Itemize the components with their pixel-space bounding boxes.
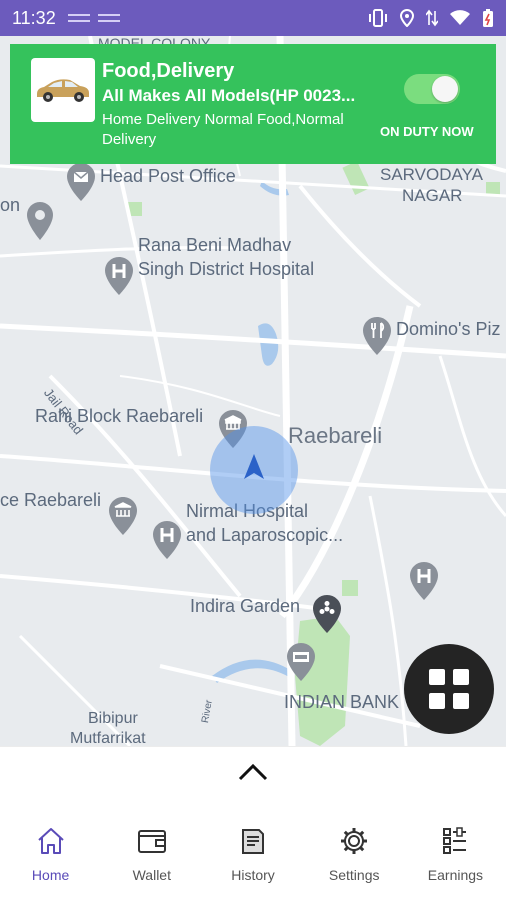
map-label-police: ce Raebareli	[0, 490, 102, 510]
post-office-pin-icon[interactable]	[66, 162, 96, 202]
grid-menu-button[interactable]	[404, 644, 494, 734]
battery-icon	[483, 9, 493, 27]
map-label-hospital-2: Singh District Hospital	[138, 259, 315, 279]
map-label-city: Raebareli	[288, 423, 383, 448]
duty-status-label: ON DUTY NOW	[380, 124, 474, 139]
duty-status-card: Food,Delivery All Makes All Models(HP 00…	[10, 44, 496, 164]
hospital-pin-3-icon[interactable]	[409, 561, 439, 601]
hospital-pin-2-icon[interactable]	[152, 520, 182, 560]
duty-toggle[interactable]	[404, 74, 460, 104]
map-label-bibipur-1: Bibipur	[88, 710, 138, 727]
nav-label-earnings: Earnings	[427, 867, 484, 883]
service-title: Food,Delivery	[102, 60, 235, 82]
bottom-navigation: Home Wallet History Settings Earnings	[0, 823, 506, 893]
nav-item-earnings[interactable]: Earnings	[405, 823, 506, 893]
institution-pin-icon[interactable]	[108, 496, 138, 536]
system-icons	[368, 8, 494, 28]
place-pin-icon[interactable]	[26, 201, 54, 241]
vehicle-image	[31, 58, 95, 122]
data-arrows-icon	[426, 9, 438, 27]
wifi-icon	[450, 10, 470, 25]
service-description: Home Delivery Normal Food,Normal Deliver…	[102, 111, 344, 148]
nav-item-home[interactable]: Home	[0, 823, 101, 893]
map-label-rahi-block: Rahi Block Raebareli	[35, 406, 204, 426]
status-time: 11:32	[12, 7, 56, 28]
map-label-indian-bank: INDIAN BANK	[284, 692, 400, 712]
vibrate-icon	[369, 9, 387, 27]
map-label-dominos: Domino's Piz	[396, 319, 501, 339]
notification-icons	[67, 14, 120, 22]
history-icon	[242, 829, 264, 854]
car-icon	[37, 79, 89, 102]
map-label-sarvodaya-2: NAGAR	[402, 186, 463, 205]
nav-label-settings: Settings	[328, 867, 380, 883]
gear-icon	[341, 828, 368, 854]
map-label-on: on	[0, 195, 21, 215]
earnings-icon	[443, 827, 467, 854]
expand-sheet-button[interactable]	[233, 759, 273, 785]
chevron-up-icon	[238, 763, 268, 781]
home-icon	[37, 828, 64, 854]
map-label-sarvodaya-1: SARVODAYA	[380, 165, 483, 184]
map-label-head-post-office: Head Post Office	[100, 166, 236, 186]
toggle-knob	[432, 76, 458, 102]
nav-label-wallet: Wallet	[132, 867, 171, 883]
restaurant-pin-icon[interactable]	[362, 316, 392, 356]
nav-label-home: Home	[31, 867, 70, 883]
status-bar: 11:32	[0, 0, 506, 36]
current-location-marker	[210, 426, 298, 514]
map-label-indira-garden: Indira Garden	[190, 596, 301, 616]
navigation-arrow-icon	[244, 454, 264, 479]
nav-label-history: History	[231, 867, 275, 883]
garden-pin-icon[interactable]	[312, 594, 342, 634]
wallet-icon	[137, 830, 166, 853]
map-label-nirmal-2: and Laparoscopic...	[186, 525, 344, 545]
nav-item-wallet[interactable]: Wallet	[101, 823, 202, 893]
bottom-sheet: Home Wallet History Settings Earnings	[0, 746, 506, 900]
location-icon	[400, 9, 414, 27]
hospital-pin-icon[interactable]	[104, 256, 134, 296]
grid-icon	[429, 669, 469, 709]
bank-pin-icon[interactable]	[286, 642, 316, 682]
map-label-hospital-1: Rana Beni Madhav	[138, 235, 292, 255]
nav-item-history[interactable]: History	[202, 823, 303, 893]
nav-item-settings[interactable]: Settings	[304, 823, 405, 893]
map-label-bibipur-2: Mutfarrikat	[70, 730, 146, 746]
vehicle-model: All Makes All Models(HP 0023...	[102, 86, 356, 105]
